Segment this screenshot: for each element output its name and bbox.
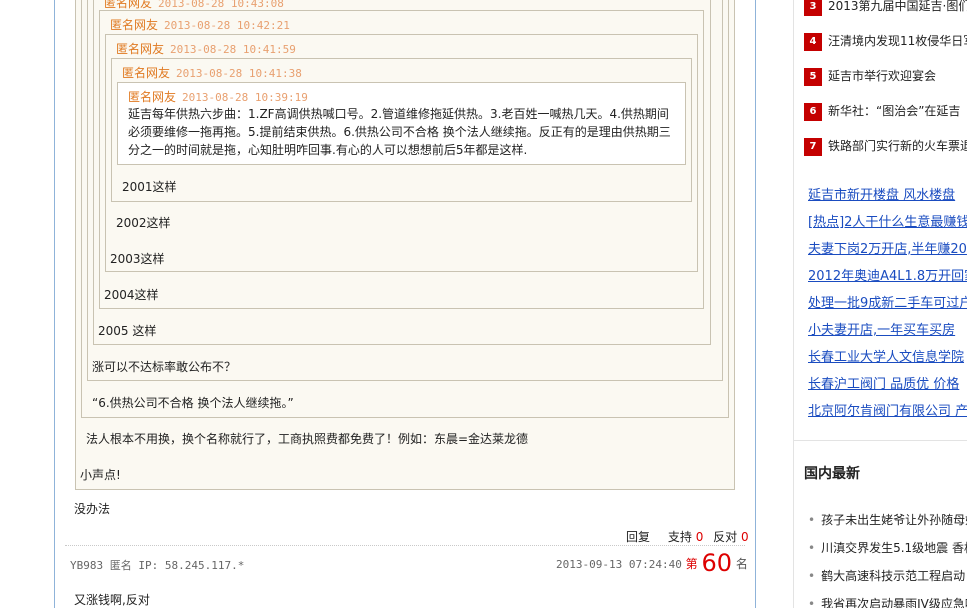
reply-2001: 2001这样 bbox=[122, 180, 177, 194]
section-divider bbox=[794, 440, 967, 441]
bullet-icon: • bbox=[808, 597, 816, 608]
news-title[interactable]: 汪清境内发现11枚侵华日军 bbox=[828, 34, 967, 48]
news-item[interactable]: 5 延吉市举行欢迎宴会 bbox=[804, 67, 936, 86]
latest-title[interactable]: 川滇交界发生5.1级地震 香格 bbox=[821, 541, 967, 555]
latest-title[interactable]: 孩子未出生姥爷让外孙随母姓 bbox=[821, 513, 967, 527]
rank-prefix: 第 bbox=[685, 557, 698, 571]
comment-thread: 匿名网友 2013-08-28 10:43:08 匿名网友 2013-08-28 1… bbox=[54, 0, 756, 608]
bullet-icon: • bbox=[808, 541, 816, 555]
bullet-icon: • bbox=[808, 569, 816, 583]
post-divider bbox=[65, 545, 745, 546]
quote-username[interactable]: 匿名网友 bbox=[122, 66, 170, 80]
ad-link[interactable]: 2012年奥迪A4L1.8万开回家 bbox=[808, 265, 967, 284]
post-rank: 2013-09-13 07:24:40 第 60 名 bbox=[556, 549, 748, 577]
reply-2002: 2002这样 bbox=[116, 216, 171, 230]
oppose-count: 0 bbox=[741, 530, 749, 544]
quote-username[interactable]: 匿名网友 bbox=[104, 0, 152, 10]
reply-link[interactable]: 回复 bbox=[626, 530, 650, 544]
reply-xiaoshengdian: 小声点! bbox=[80, 468, 121, 482]
quote-header: 匿名网友 2013-08-28 10:42:21 bbox=[110, 16, 290, 33]
rank-number: 60 bbox=[701, 549, 733, 577]
quote-username[interactable]: 匿名网友 bbox=[116, 42, 164, 56]
quote-original-text: 延吉每年供热六步曲：1.ZF高调供热喊口号。2.管道维修拖延供热。3.老百姓一喊… bbox=[128, 107, 671, 157]
latest-item[interactable]: • 鹤大高速科技示范工程启动 bbox=[808, 567, 965, 584]
rank-suffix: 名 bbox=[735, 557, 748, 571]
ad-link[interactable]: 夫妻下岗2万开店,半年赚20 bbox=[808, 238, 967, 257]
rank-badge: 6 bbox=[804, 102, 822, 121]
quote-date: 2013-08-28 10:43:08 bbox=[158, 0, 284, 10]
post-text: 又涨钱啊,反对 bbox=[74, 593, 150, 607]
ad-link[interactable]: 长春沪工阀门 品质优 价格 bbox=[808, 373, 959, 392]
ad-link[interactable]: 处理一批9成新二手车可过户 bbox=[808, 292, 967, 311]
quote-header: 匿名网友 2013-08-28 10:39:19 bbox=[128, 88, 308, 105]
rank-badge: 7 bbox=[804, 137, 822, 156]
quote-header: 匿名网友 2013-08-28 10:41:38 bbox=[122, 64, 302, 81]
news-title[interactable]: 铁路部门实行新的火车票退 bbox=[828, 139, 967, 153]
reply-zhang: 涨可以不达标率敢公布不？ bbox=[92, 360, 237, 374]
news-title[interactable]: 延吉市举行欢迎宴会 bbox=[828, 69, 936, 83]
quote-date: 2013-08-28 10:42:21 bbox=[164, 19, 290, 32]
news-item[interactable]: 7 铁路部门实行新的火车票退 bbox=[804, 137, 967, 156]
rank-badge: 5 bbox=[804, 67, 822, 86]
latest-title[interactable]: 鹤大高速科技示范工程启动 bbox=[821, 569, 965, 583]
reply-2004: 2004这样 bbox=[104, 288, 159, 302]
oppose-link[interactable]: 反对 bbox=[713, 530, 737, 544]
ad-link[interactable]: 长春工业大学人文信息学院 bbox=[808, 346, 964, 365]
quote-date: 2013-08-28 10:41:38 bbox=[176, 67, 302, 80]
sidebar: 3 2013第九届中国延吉·图们江 4 汪清境内发现11枚侵华日军 5 延吉市举行欢迎… bbox=[793, 0, 967, 608]
post-date: 2013-09-13 07:24:40 bbox=[556, 558, 682, 571]
reply-2003: 2003这样 bbox=[110, 252, 165, 266]
news-item[interactable]: 3 2013第九届中国延吉·图们江 bbox=[804, 0, 967, 16]
quote-username[interactable]: 匿名网友 bbox=[128, 90, 176, 104]
news-item[interactable]: 4 汪清境内发现11枚侵华日军 bbox=[804, 32, 967, 51]
ad-link[interactable]: 小夫妻开店,一年买车买房 bbox=[808, 319, 955, 338]
quote-username[interactable]: 匿名网友 bbox=[110, 18, 158, 32]
quote-header: 匿名网友 2013-08-28 10:43:08 bbox=[104, 0, 284, 11]
rank-badge: 4 bbox=[804, 32, 822, 51]
bullet-icon: • bbox=[808, 513, 816, 527]
latest-item[interactable]: • 孩子未出生姥爷让外孙随母姓 bbox=[808, 511, 967, 528]
latest-item[interactable]: • 我省再次启动暴雨IV级应急响 bbox=[808, 595, 967, 608]
latest-title[interactable]: 我省再次启动暴雨IV级应急响 bbox=[821, 597, 967, 608]
reply-2005: 2005 这样 bbox=[98, 324, 157, 338]
reply-quote6: “6.供热公司不合格 换个法人继续拖。” bbox=[92, 396, 294, 410]
section-title: 国内最新 bbox=[804, 466, 860, 482]
post-author-line: YB983 匿名 IP: 58.245.117.* bbox=[70, 559, 245, 572]
news-title[interactable]: 2013第九届中国延吉·图们江 bbox=[828, 0, 967, 13]
support-link[interactable]: 支持 bbox=[668, 530, 692, 544]
post-text: 没办法 bbox=[74, 502, 111, 516]
quote-header: 匿名网友 2013-08-28 10:41:59 bbox=[116, 40, 296, 57]
support-count: 0 bbox=[695, 530, 704, 544]
quote-date: 2013-08-28 10:39:19 bbox=[182, 91, 308, 104]
ad-link[interactable]: [热点]2人干什么生意最赚钱 bbox=[808, 211, 967, 230]
rank-badge: 3 bbox=[804, 0, 822, 16]
latest-item[interactable]: • 川滇交界发生5.1级地震 香格 bbox=[808, 539, 967, 556]
reply-faren: 法人根本不用换，换个名称就行了，工商执照费都免费了！例如：东晨=金达莱龙德 bbox=[86, 432, 529, 446]
ad-link[interactable]: 延吉市新开楼盘 风水楼盘 bbox=[808, 184, 955, 203]
news-title[interactable]: 新华社：“图治会”在延吉 bbox=[828, 104, 960, 118]
quote-date: 2013-08-28 10:41:59 bbox=[170, 43, 296, 56]
ad-link[interactable]: 北京阿尔肯阀门有限公司 产品 bbox=[808, 400, 967, 419]
news-item[interactable]: 6 新华社：“图治会”在延吉 bbox=[804, 102, 960, 121]
post-actions: 回复 支持 0 反对 0 bbox=[626, 528, 749, 545]
